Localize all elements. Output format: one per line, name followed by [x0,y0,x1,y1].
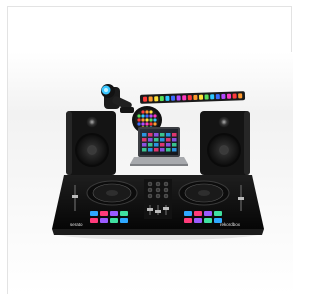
right-monitor-speaker [200,111,250,175]
serato-logo: serato [70,222,83,227]
laptop [130,127,188,166]
dj-bundle-product-photo: serato rekordbox [8,52,293,295]
product-image-frame: serato rekordbox [7,6,293,295]
studio-backdrop [8,52,293,295]
left-monitor-speaker [66,111,116,175]
rekordbox-logo: rekordbox [220,222,241,227]
dj-controller: serato rekordbox [52,175,264,235]
